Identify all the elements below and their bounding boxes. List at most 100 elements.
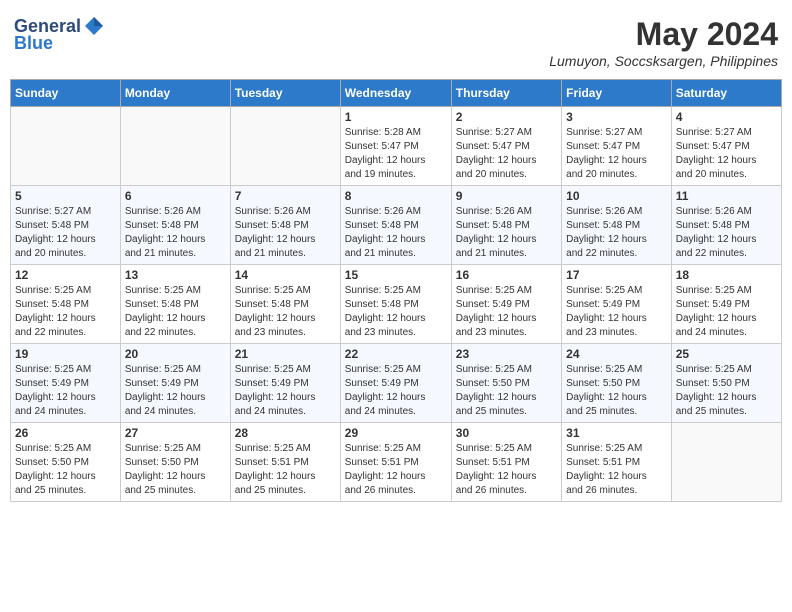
calendar-cell: 19 Sunrise: 5:25 AM Sunset: 5:49 PM Dayli… <box>11 344 121 423</box>
calendar-cell: 23 Sunrise: 5:25 AM Sunset: 5:50 PM Dayli… <box>451 344 561 423</box>
calendar-cell: 17Sunrise: 5:25 AM Sunset: 5:49 PM Dayli… <box>562 265 672 344</box>
day-number: 19 <box>15 347 116 361</box>
day-number: 20 <box>125 347 226 361</box>
day-info: Sunrise: 5:26 AM Sunset: 5:48 PM Dayligh… <box>676 205 777 261</box>
day-info: Sunrise: 5:26 AM Sunset: 5:48 PM Dayligh… <box>125 205 226 261</box>
calendar-week-row: 12 Sunrise: 5:25 AM Sunset: 5:48 PM Dayli… <box>11 265 782 344</box>
header: General Blue May 2024 Lumuyon, Soccsksar… <box>10 10 782 75</box>
calendar-cell: 21 Sunrise: 5:25 AM Sunset: 5:49 PM Dayli… <box>230 344 340 423</box>
calendar-cell: 16 Sunrise: 5:25 AM Sunset: 5:49 PM Dayli… <box>451 265 561 344</box>
day-info: Sunrise: 5:25 AM Sunset: 5:49 PM Dayligh… <box>456 284 557 340</box>
calendar-cell: 6 Sunrise: 5:26 AM Sunset: 5:48 PM Daylig… <box>120 186 230 265</box>
calendar-cell: 30Sunrise: 5:25 AM Sunset: 5:51 PM Dayli… <box>451 423 561 502</box>
calendar-cell: 10Sunrise: 5:26 AM Sunset: 5:48 PM Dayli… <box>562 186 672 265</box>
calendar-cell: 24 Sunrise: 5:25 AM Sunset: 5:50 PM Dayli… <box>562 344 672 423</box>
weekday-header-row: SundayMondayTuesdayWednesdayThursdayFrid… <box>11 80 782 107</box>
calendar-cell: 28 Sunrise: 5:25 AM Sunset: 5:51 PM Dayli… <box>230 423 340 502</box>
day-number: 9 <box>456 189 557 203</box>
day-number: 18 <box>676 268 777 282</box>
day-info: Sunrise: 5:26 AM Sunset: 5:48 PM Dayligh… <box>235 205 336 261</box>
day-info: Sunrise: 5:25 AM Sunset: 5:49 PM Dayligh… <box>235 363 336 419</box>
weekday-header-saturday: Saturday <box>671 80 781 107</box>
day-info: Sunrise: 5:28 AM Sunset: 5:47 PM Dayligh… <box>345 126 447 182</box>
calendar-cell: 26 Sunrise: 5:25 AM Sunset: 5:50 PM Dayli… <box>11 423 121 502</box>
calendar-cell: 18 Sunrise: 5:25 AM Sunset: 5:49 PM Dayli… <box>671 265 781 344</box>
day-number: 28 <box>235 426 336 440</box>
title-area: May 2024 Lumuyon, Soccsksargen, Philippi… <box>549 16 778 69</box>
day-number: 6 <box>125 189 226 203</box>
day-info: Sunrise: 5:25 AM Sunset: 5:48 PM Dayligh… <box>345 284 447 340</box>
calendar-cell: 4Sunrise: 5:27 AM Sunset: 5:47 PM Daylig… <box>671 107 781 186</box>
day-number: 11 <box>676 189 777 203</box>
calendar-cell: 14 Sunrise: 5:25 AM Sunset: 5:48 PM Dayli… <box>230 265 340 344</box>
calendar-location: Lumuyon, Soccsksargen, Philippines <box>549 53 778 69</box>
day-number: 21 <box>235 347 336 361</box>
day-info: Sunrise: 5:25 AM Sunset: 5:51 PM Dayligh… <box>235 442 336 498</box>
day-number: 27 <box>125 426 226 440</box>
day-info: Sunrise: 5:25 AM Sunset: 5:50 PM Dayligh… <box>15 442 116 498</box>
day-number: 8 <box>345 189 447 203</box>
day-number: 24 <box>566 347 667 361</box>
day-info: Sunrise: 5:25 AM Sunset: 5:49 PM Dayligh… <box>345 363 447 419</box>
calendar-week-row: 26 Sunrise: 5:25 AM Sunset: 5:50 PM Dayli… <box>11 423 782 502</box>
day-info: Sunrise: 5:25 AM Sunset: 5:49 PM Dayligh… <box>566 284 667 340</box>
day-info: Sunrise: 5:25 AM Sunset: 5:48 PM Dayligh… <box>235 284 336 340</box>
calendar-cell: 8 Sunrise: 5:26 AM Sunset: 5:48 PM Daylig… <box>340 186 451 265</box>
weekday-header-tuesday: Tuesday <box>230 80 340 107</box>
day-number: 16 <box>456 268 557 282</box>
calendar-cell: 29Sunrise: 5:25 AM Sunset: 5:51 PM Dayli… <box>340 423 451 502</box>
day-number: 12 <box>15 268 116 282</box>
day-info: Sunrise: 5:27 AM Sunset: 5:48 PM Dayligh… <box>15 205 116 261</box>
weekday-header-monday: Monday <box>120 80 230 107</box>
calendar-cell <box>120 107 230 186</box>
day-info: Sunrise: 5:25 AM Sunset: 5:49 PM Dayligh… <box>676 284 777 340</box>
day-number: 13 <box>125 268 226 282</box>
day-info: Sunrise: 5:26 AM Sunset: 5:48 PM Dayligh… <box>566 205 667 261</box>
weekday-header-thursday: Thursday <box>451 80 561 107</box>
calendar-cell: 12 Sunrise: 5:25 AM Sunset: 5:48 PM Dayli… <box>11 265 121 344</box>
calendar-cell: 2 Sunrise: 5:27 AM Sunset: 5:47 PM Daylig… <box>451 107 561 186</box>
day-number: 23 <box>456 347 557 361</box>
day-info: Sunrise: 5:25 AM Sunset: 5:50 PM Dayligh… <box>456 363 557 419</box>
day-number: 1 <box>345 110 447 124</box>
calendar-cell: 15Sunrise: 5:25 AM Sunset: 5:48 PM Dayli… <box>340 265 451 344</box>
day-info: Sunrise: 5:25 AM Sunset: 5:50 PM Dayligh… <box>125 442 226 498</box>
calendar-cell: 9 Sunrise: 5:26 AM Sunset: 5:48 PM Daylig… <box>451 186 561 265</box>
day-info: Sunrise: 5:25 AM Sunset: 5:51 PM Dayligh… <box>345 442 447 498</box>
day-number: 25 <box>676 347 777 361</box>
day-info: Sunrise: 5:25 AM Sunset: 5:49 PM Dayligh… <box>15 363 116 419</box>
calendar-cell <box>230 107 340 186</box>
day-number: 14 <box>235 268 336 282</box>
calendar-cell: 25 Sunrise: 5:25 AM Sunset: 5:50 PM Dayli… <box>671 344 781 423</box>
day-info: Sunrise: 5:27 AM Sunset: 5:47 PM Dayligh… <box>456 126 557 182</box>
weekday-header-friday: Friday <box>562 80 672 107</box>
day-info: Sunrise: 5:26 AM Sunset: 5:48 PM Dayligh… <box>456 205 557 261</box>
calendar-cell <box>671 423 781 502</box>
day-number: 5 <box>15 189 116 203</box>
weekday-header-wednesday: Wednesday <box>340 80 451 107</box>
calendar-cell: 20 Sunrise: 5:25 AM Sunset: 5:49 PM Dayli… <box>120 344 230 423</box>
day-number: 4 <box>676 110 777 124</box>
calendar-cell <box>11 107 121 186</box>
day-number: 31 <box>566 426 667 440</box>
calendar-cell: 27 Sunrise: 5:25 AM Sunset: 5:50 PM Dayli… <box>120 423 230 502</box>
calendar-cell: 1 Sunrise: 5:28 AM Sunset: 5:47 PM Daylig… <box>340 107 451 186</box>
calendar-table: SundayMondayTuesdayWednesdayThursdayFrid… <box>10 79 782 502</box>
day-info: Sunrise: 5:25 AM Sunset: 5:51 PM Dayligh… <box>566 442 667 498</box>
day-info: Sunrise: 5:26 AM Sunset: 5:48 PM Dayligh… <box>345 205 447 261</box>
day-info: Sunrise: 5:25 AM Sunset: 5:50 PM Dayligh… <box>566 363 667 419</box>
day-number: 2 <box>456 110 557 124</box>
calendar-title: May 2024 <box>549 16 778 53</box>
calendar-cell: 11 Sunrise: 5:26 AM Sunset: 5:48 PM Dayli… <box>671 186 781 265</box>
calendar-cell: 22Sunrise: 5:25 AM Sunset: 5:49 PM Dayli… <box>340 344 451 423</box>
day-number: 30 <box>456 426 557 440</box>
day-info: Sunrise: 5:25 AM Sunset: 5:48 PM Dayligh… <box>125 284 226 340</box>
calendar-cell: 31 Sunrise: 5:25 AM Sunset: 5:51 PM Dayli… <box>562 423 672 502</box>
day-number: 26 <box>15 426 116 440</box>
logo-blue: Blue <box>14 33 53 54</box>
day-info: Sunrise: 5:25 AM Sunset: 5:49 PM Dayligh… <box>125 363 226 419</box>
calendar-cell: 7Sunrise: 5:26 AM Sunset: 5:48 PM Daylig… <box>230 186 340 265</box>
day-info: Sunrise: 5:25 AM Sunset: 5:50 PM Dayligh… <box>676 363 777 419</box>
calendar-cell: 13 Sunrise: 5:25 AM Sunset: 5:48 PM Dayli… <box>120 265 230 344</box>
day-info: Sunrise: 5:25 AM Sunset: 5:48 PM Dayligh… <box>15 284 116 340</box>
